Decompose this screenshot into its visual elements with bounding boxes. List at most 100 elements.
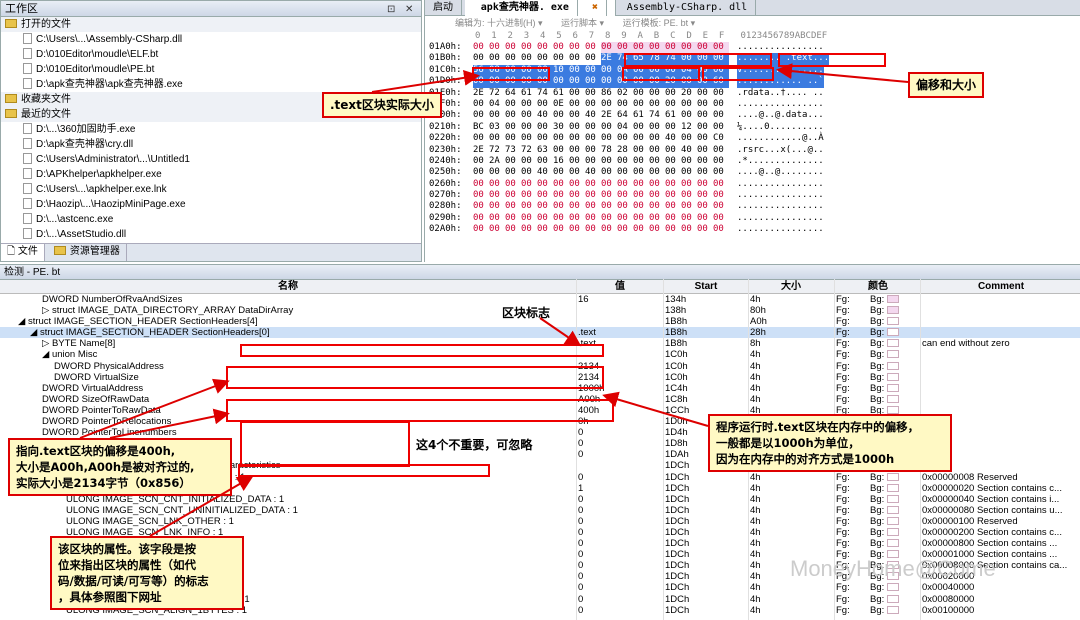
hex-byte[interactable]: 00 xyxy=(569,64,585,77)
hex-byte[interactable]: 00 xyxy=(665,88,681,99)
hex-byte[interactable]: 74 xyxy=(537,88,553,99)
workspace-file-item[interactable]: C:\Users\Administrator\...\Untitled1 xyxy=(1,152,421,167)
color-swatch[interactable] xyxy=(887,361,900,370)
hex-byte[interactable]: 61 xyxy=(521,88,537,99)
hex-byte[interactable]: 00 xyxy=(489,53,505,64)
hex-byte[interactable]: 00 xyxy=(617,133,633,144)
hex-byte[interactable]: 00 xyxy=(665,156,681,167)
hex-byte[interactable]: 04 xyxy=(489,99,505,110)
inspector-row[interactable]: ◢ struct IMAGE_SECTION_HEADER SectionHea… xyxy=(0,327,1080,339)
hex-byte[interactable]: 00 xyxy=(489,179,505,190)
hex-byte[interactable]: 00 xyxy=(473,99,489,110)
hex-byte[interactable]: 00 xyxy=(553,42,569,53)
hex-byte[interactable]: 00 xyxy=(601,167,617,178)
hex-byte[interactable]: 00 xyxy=(681,167,697,178)
hex-byte[interactable]: 00 xyxy=(537,156,553,167)
hex-byte[interactable]: 03 xyxy=(489,122,505,133)
col-color-header[interactable]: 颜色 xyxy=(836,280,920,294)
hex-byte[interactable]: 00 xyxy=(521,179,537,190)
inspector-row[interactable]: ULONG IMAGE_SCN_LNK_OTHER : 1 0 1DCh 4h Fg: B… xyxy=(0,516,1080,527)
hex-byte[interactable]: 00 xyxy=(601,64,617,77)
hex-byte[interactable]: 61 xyxy=(553,88,569,99)
hex-byte[interactable]: 00 xyxy=(569,110,585,121)
hex-byte[interactable]: 00 xyxy=(617,179,633,190)
hex-byte[interactable]: 00 xyxy=(697,156,713,167)
hex-byte[interactable]: 00 xyxy=(681,201,697,212)
color-swatch[interactable] xyxy=(887,516,900,525)
hex-byte[interactable]: 00 xyxy=(617,156,633,167)
hex-byte[interactable]: 00 xyxy=(569,122,585,133)
hex-byte[interactable]: 00 xyxy=(697,99,713,110)
hex-byte[interactable]: 00 xyxy=(569,99,585,110)
hex-byte[interactable]: 00 xyxy=(553,145,569,156)
hex-byte[interactable]: 02 xyxy=(617,88,633,99)
workspace-file-item[interactable]: D:\apk查壳神器\cry.dll xyxy=(1,137,421,152)
hex-byte[interactable]: 00 xyxy=(585,179,601,190)
hex-byte[interactable]: 00 xyxy=(473,224,489,235)
hex-byte[interactable]: 40 xyxy=(585,110,601,121)
hex-byte[interactable]: 00 xyxy=(473,133,489,144)
hex-byte[interactable]: 00 xyxy=(537,213,553,224)
hex-byte[interactable]: 64 xyxy=(617,110,633,121)
hex-ascii[interactable]: .rdata..†.... .. xyxy=(737,88,824,99)
hex-byte[interactable]: 00 xyxy=(521,224,537,235)
hex-ascii[interactable]: .rsrc...x(...@.. xyxy=(737,145,824,156)
hex-byte[interactable]: 00 xyxy=(505,201,521,212)
hex-byte[interactable]: 00 xyxy=(569,201,585,212)
hex-row[interactable]: 01A0h: 00 00 00 00 00 00 00 00 00 00 00 00 00 00 00 00..… xyxy=(429,42,1080,54)
hex-byte[interactable]: 00 xyxy=(521,53,537,64)
color-swatch[interactable] xyxy=(887,527,900,536)
hex-byte[interactable]: 73 xyxy=(505,145,521,156)
hex-byte[interactable]: 00 xyxy=(633,42,649,54)
hex-ascii[interactable]: ....@..@.data... xyxy=(737,110,824,121)
hex-byte[interactable]: 00 xyxy=(633,122,649,133)
hex-byte[interactable]: 00 xyxy=(585,88,601,99)
hex-byte[interactable]: 00 xyxy=(553,224,569,235)
hex-byte[interactable]: 00 xyxy=(553,133,569,144)
hex-byte[interactable]: 00 xyxy=(665,167,681,178)
hex-byte[interactable]: 00 xyxy=(697,122,713,133)
hex-byte[interactable]: 00 xyxy=(649,179,665,190)
hex-byte[interactable]: 72 xyxy=(489,145,505,156)
hex-byte[interactable]: 72 xyxy=(521,145,537,156)
hex-byte[interactable]: 12 xyxy=(681,122,697,133)
hex-byte[interactable]: 00 xyxy=(697,224,713,235)
hex-byte[interactable]: 00 xyxy=(473,156,489,167)
hex-byte[interactable]: 00 xyxy=(601,224,617,235)
hex-byte[interactable]: 0E xyxy=(553,99,569,110)
hex-byte[interactable]: 00 xyxy=(649,99,665,110)
hex-byte[interactable]: 00 xyxy=(697,213,713,224)
hex-byte[interactable]: 00 xyxy=(665,224,681,235)
color-swatch[interactable] xyxy=(887,494,900,503)
color-swatch[interactable] xyxy=(887,394,900,403)
hex-byte[interactable]: 00 xyxy=(633,99,649,110)
hex-ascii[interactable]: ................ xyxy=(737,99,824,110)
hex-byte[interactable]: 00 xyxy=(713,179,729,190)
hex-byte[interactable]: 00 xyxy=(553,53,569,64)
hex-byte[interactable]: 00 xyxy=(681,156,697,167)
hex-byte[interactable]: 00 xyxy=(697,179,713,190)
workspace-file-item[interactable]: D:\...\360加固助手.exe xyxy=(1,122,421,137)
hex-row[interactable]: 0250h: 00 00 00 00 40 00 00 40 00 00 00 00 00 00 00 00..… xyxy=(429,167,1080,178)
hex-ascii[interactable]: ¼....0.......... xyxy=(737,122,824,133)
hex-byte[interactable]: 00 xyxy=(553,213,569,224)
hex-byte[interactable]: 2E xyxy=(601,53,617,65)
hex-byte[interactable]: 00 xyxy=(537,133,553,144)
hex-byte[interactable]: 63 xyxy=(537,145,553,156)
color-swatch[interactable] xyxy=(887,295,900,303)
hex-byte[interactable]: 40 xyxy=(537,110,553,121)
hex-byte[interactable]: 00 xyxy=(505,224,521,235)
hex-byte[interactable]: 00 xyxy=(521,213,537,224)
hex-byte[interactable]: 00 xyxy=(585,122,601,133)
hex-row[interactable]: 01F0h: 00 04 00 00 00 0E 00 00 00 00 00 00 00 00 00 00..… xyxy=(429,99,1080,110)
hex-row[interactable]: 0290h: 00 00 00 00 00 00 00 00 00 00 00 00 00 00 00 00..… xyxy=(429,213,1080,224)
hex-byte[interactable]: 00 xyxy=(601,190,617,201)
hex-byte[interactable]: 00 xyxy=(489,133,505,144)
hex-byte[interactable]: 00 xyxy=(553,167,569,178)
col-name-header[interactable]: 名称 xyxy=(0,280,576,294)
hex-byte[interactable]: 00 xyxy=(633,167,649,178)
hex-row[interactable]: 0270h: 00 00 00 00 00 00 00 00 00 00 00 00 00 00 00 00..… xyxy=(429,190,1080,201)
col-value-header[interactable]: 值 xyxy=(578,280,662,294)
workspace-file-item[interactable]: D:\010Editor\moudle\ELF.bt xyxy=(1,47,421,62)
hex-byte[interactable]: 74 xyxy=(649,110,665,121)
